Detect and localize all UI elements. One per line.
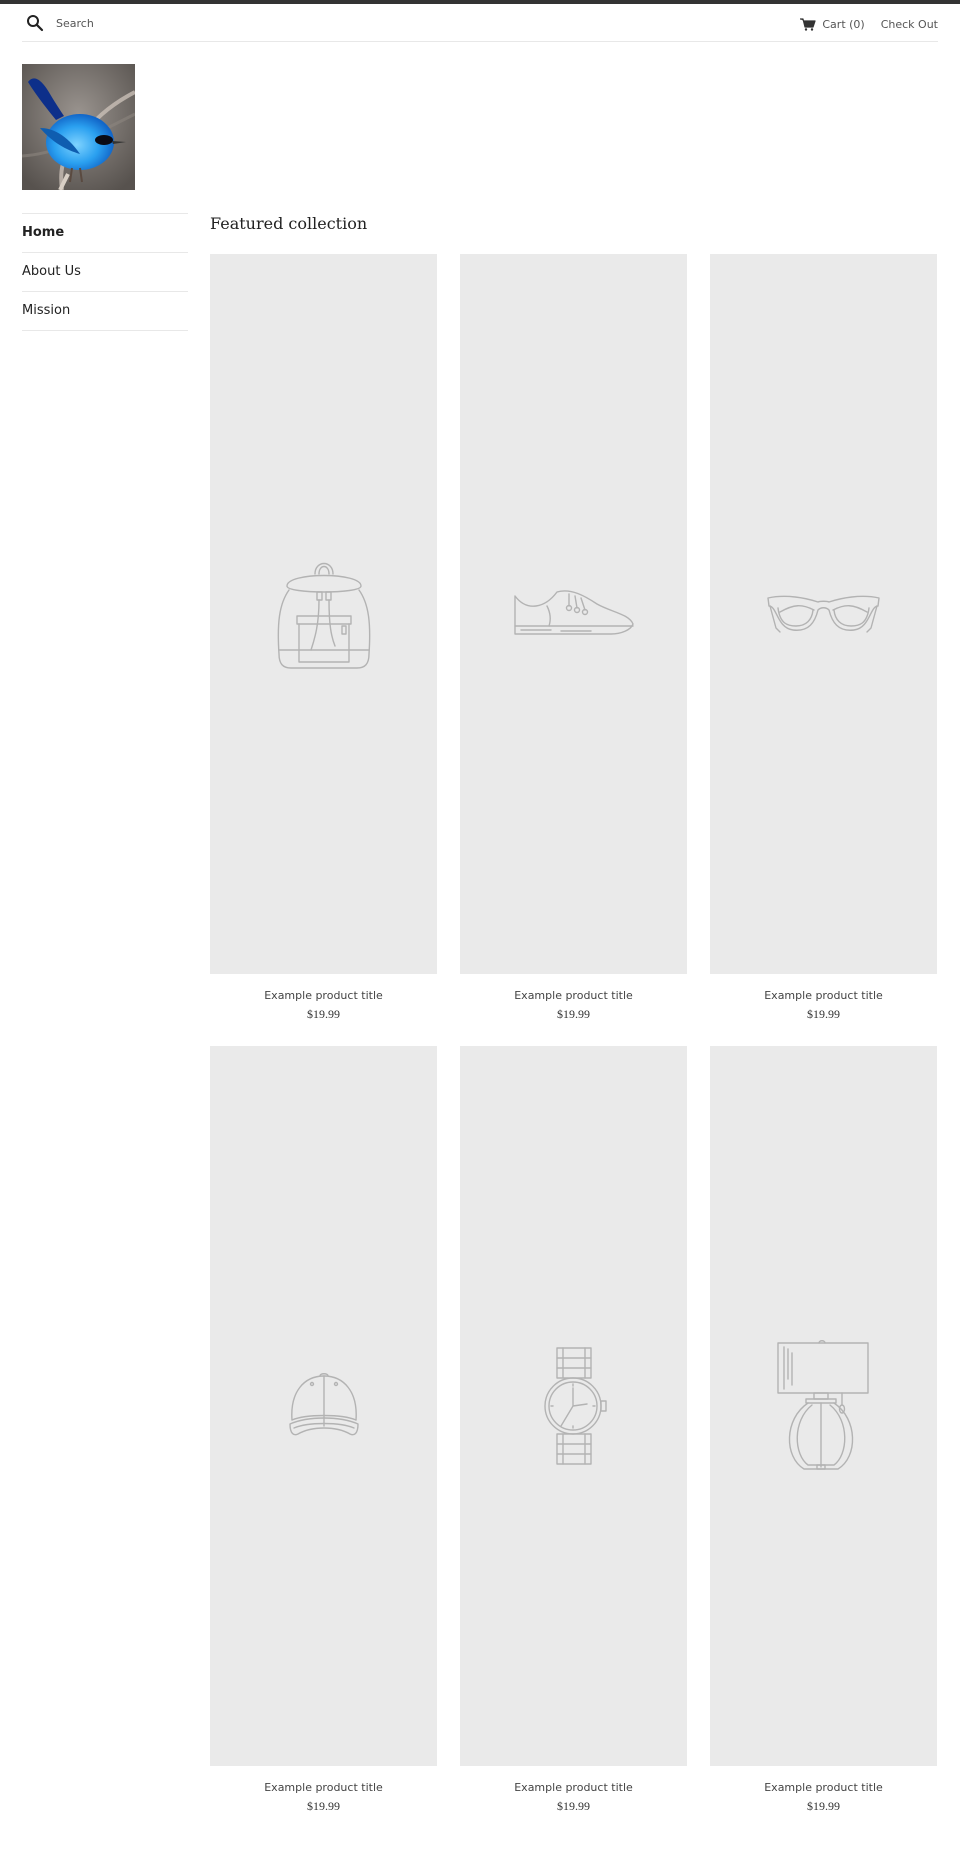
- product-title[interactable]: Example product title: [710, 989, 937, 1002]
- watch-icon: [543, 1347, 607, 1465]
- product-price: $19.99: [557, 1007, 590, 1021]
- cart-link[interactable]: Cart (0): [800, 17, 865, 31]
- product-card[interactable]: Example product title $19.99: [210, 1046, 437, 1814]
- product-image: [210, 254, 437, 974]
- search-input[interactable]: [56, 12, 356, 34]
- backpack-icon: [277, 562, 370, 669]
- product-price: $19.99: [307, 1799, 340, 1813]
- header: Cart (0) Check Out: [22, 4, 938, 42]
- product-price: $19.99: [807, 1007, 840, 1021]
- sidebar-item-about-us[interactable]: About Us: [22, 253, 188, 292]
- sunglasses-icon: [767, 595, 880, 633]
- product-title[interactable]: Example product title: [460, 989, 687, 1002]
- logo[interactable]: [22, 64, 135, 190]
- shoe-icon: [514, 590, 634, 635]
- cap-icon: [288, 1373, 359, 1436]
- product-image: [460, 1046, 687, 1766]
- product-title[interactable]: Example product title: [460, 1781, 687, 1794]
- product-image: [460, 254, 687, 974]
- product-title[interactable]: Example product title: [210, 989, 437, 1002]
- product-card[interactable]: Example product title $19.99: [710, 254, 937, 1022]
- product-price: $19.99: [307, 1007, 340, 1021]
- product-card[interactable]: Example product title $19.99: [460, 254, 687, 1022]
- cart-label: Cart (0): [822, 17, 865, 31]
- product-price: $19.99: [807, 1799, 840, 1813]
- product-card[interactable]: Example product title $19.99: [210, 254, 437, 1022]
- section-title: Featured collection: [210, 214, 368, 233]
- product-card[interactable]: Example product title $19.99: [710, 1046, 937, 1814]
- product-image: [210, 1046, 437, 1766]
- product-title[interactable]: Example product title: [210, 1781, 437, 1794]
- header-links: Cart (0) Check Out: [800, 14, 938, 34]
- product-title[interactable]: Example product title: [710, 1781, 937, 1794]
- product-card[interactable]: Example product title $19.99: [460, 1046, 687, 1814]
- lamp-icon: [776, 1339, 869, 1470]
- product-price: $19.99: [557, 1799, 590, 1813]
- product-image: [710, 1046, 937, 1766]
- sidebar-item-home[interactable]: Home: [22, 214, 188, 253]
- search-icon[interactable]: [26, 14, 44, 32]
- cart-icon: [800, 17, 816, 31]
- product-image: [710, 254, 937, 974]
- checkout-link[interactable]: Check Out: [881, 18, 938, 31]
- sidebar-item-mission[interactable]: Mission: [22, 292, 188, 331]
- sidebar-nav: Home About Us Mission: [22, 213, 188, 331]
- bird-logo-image: [22, 64, 135, 190]
